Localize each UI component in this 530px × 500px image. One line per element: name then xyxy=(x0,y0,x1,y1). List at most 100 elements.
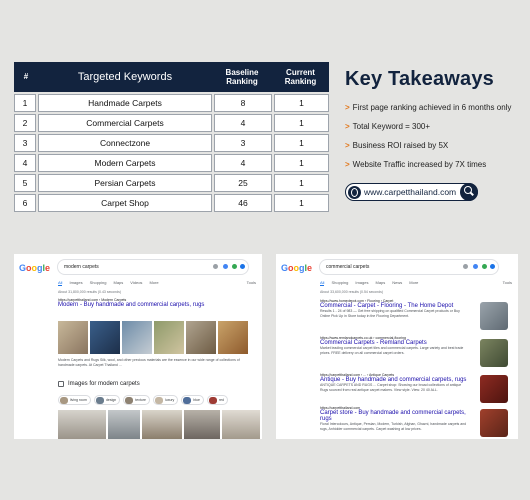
search-result: https://carpetthailand.com › ... › Antiq… xyxy=(320,373,470,392)
google-logo: Google xyxy=(19,263,51,273)
header-baseline: Baseline Ranking xyxy=(225,67,259,86)
tab-maps[interactable]: Maps xyxy=(113,280,123,286)
image-filter-chips: living room design texture luxury blue r… xyxy=(58,395,228,405)
cell-current: 1 xyxy=(274,174,329,192)
tab-more[interactable]: More xyxy=(149,280,158,286)
cell-number: 4 xyxy=(14,154,36,172)
mic-icon[interactable] xyxy=(473,264,478,269)
carpet-thumbnail[interactable] xyxy=(90,321,120,354)
search-input[interactable]: modern carpets xyxy=(58,260,248,274)
filter-chip[interactable]: texture xyxy=(123,395,150,405)
cell-number: 1 xyxy=(14,94,36,112)
image-result[interactable] xyxy=(142,410,182,439)
image-result[interactable] xyxy=(184,410,220,439)
cell-keyword: Commercial Carpets xyxy=(38,114,212,132)
table-row: 2 Commercial Carpets 4 1 xyxy=(14,114,329,132)
tab-news[interactable]: News xyxy=(392,280,402,286)
table-row: 4 Modern Carpets 4 1 xyxy=(14,154,329,172)
takeaway-item: > Total Keyword = 300+ xyxy=(345,122,431,131)
tab-all[interactable]: All xyxy=(320,280,325,286)
search-icon[interactable] xyxy=(490,264,495,269)
cell-current: 1 xyxy=(274,114,329,132)
carpet-store-thumbnail[interactable] xyxy=(480,409,508,437)
clear-icon[interactable] xyxy=(213,264,218,269)
filter-chip[interactable]: blue xyxy=(181,395,204,405)
filter-chip[interactable]: design xyxy=(93,395,121,405)
tab-shopping[interactable]: Shopping xyxy=(90,280,107,286)
cell-number: 3 xyxy=(14,134,36,152)
header-keyword: Targeted Keywords xyxy=(77,70,173,83)
result-stats: About 31,800,000 results (0.43 seconds) xyxy=(58,290,122,294)
filter-chip[interactable]: living room xyxy=(58,395,91,405)
website-button[interactable]: www.carpetthailand.com xyxy=(345,183,478,201)
cell-current: 1 xyxy=(274,134,329,152)
tab-videos[interactable]: Videos xyxy=(130,280,142,286)
cell-baseline: 4 xyxy=(214,114,272,132)
table-row: 3 Connectzone 3 1 xyxy=(14,134,329,152)
cell-keyword: Handmade Carpets xyxy=(38,94,212,112)
antique-carpet-thumbnail[interactable] xyxy=(480,375,508,403)
tab-all[interactable]: All xyxy=(58,280,63,286)
cell-baseline: 3 xyxy=(214,134,272,152)
search-tabs: All Shopping Images Maps News More xyxy=(320,280,418,286)
search-input[interactable]: commercial carpets xyxy=(320,260,498,274)
header-number: # xyxy=(23,72,29,82)
filter-chip[interactable]: luxury xyxy=(152,395,179,405)
result-stats: About 33,600,000 results (0.54 seconds) xyxy=(320,290,384,294)
cell-baseline: 8 xyxy=(214,94,272,112)
clear-icon[interactable] xyxy=(463,264,468,269)
bullet-arrow-icon: > xyxy=(345,122,350,131)
tab-shopping[interactable]: Shopping xyxy=(331,280,348,286)
carpet-thumbnail[interactable] xyxy=(218,321,248,354)
search-result: https://www.homedepot.com › Flooring › C… xyxy=(320,299,470,318)
images-section-title: Images for modern carpets xyxy=(58,381,140,387)
bullet-arrow-icon: > xyxy=(345,141,350,150)
carpet-tile-thumbnail[interactable] xyxy=(480,339,508,367)
cell-number: 5 xyxy=(14,174,36,192)
table-row: 5 Persian Carpets 25 1 xyxy=(14,174,329,192)
carpet-thumbnail[interactable] xyxy=(58,321,88,354)
takeaway-item: > First page ranking achieved in 6 months… xyxy=(345,103,512,112)
image-results-row xyxy=(58,410,260,439)
search-tabs: All Images Shopping Maps Videos More xyxy=(58,280,159,286)
tab-more[interactable]: More xyxy=(409,280,418,286)
bullet-arrow-icon: > xyxy=(345,160,350,169)
search-icon[interactable] xyxy=(240,264,245,269)
bullet-arrow-icon: > xyxy=(345,103,350,112)
camera-icon[interactable] xyxy=(482,264,487,269)
search-result: https://www.remlandcarpets.co.uk › comme… xyxy=(320,336,470,355)
takeaway-item: > Website Traffic increased by 7X times xyxy=(345,160,487,169)
image-result[interactable] xyxy=(58,410,106,439)
result-title[interactable]: Carpet store - Buy handmade and commerci… xyxy=(320,410,470,422)
cell-baseline: 25 xyxy=(214,174,272,192)
mic-icon[interactable] xyxy=(223,264,228,269)
cell-current: 1 xyxy=(274,94,329,112)
serp-screenshot-modern-carpets: Google modern carpets All Images Shoppin… xyxy=(14,254,262,439)
tab-images[interactable]: Images xyxy=(355,280,368,286)
tools-button[interactable]: Tools xyxy=(503,280,512,285)
tools-button[interactable]: Tools xyxy=(247,280,256,285)
cell-keyword: Carpet Shop xyxy=(38,194,212,212)
result-thumbnails xyxy=(58,321,248,354)
filter-chip[interactable]: red xyxy=(206,395,228,405)
result-title[interactable]: Modern - Buy handmade and commercial car… xyxy=(58,302,248,308)
cell-keyword: Modern Carpets xyxy=(38,154,212,172)
carpet-thumbnail[interactable] xyxy=(154,321,184,354)
serp-screenshot-commercial-carpets: Google commercial carpets All Shopping I… xyxy=(276,254,518,439)
header-current: Current Ranking xyxy=(284,67,317,86)
tab-maps[interactable]: Maps xyxy=(375,280,385,286)
keyword-ranking-table: # Targeted Keywords Baseline Ranking Cur… xyxy=(14,62,329,212)
google-logo: Google xyxy=(281,263,313,273)
tab-images[interactable]: Images xyxy=(69,280,82,286)
table-header: # Targeted Keywords Baseline Ranking Cur… xyxy=(14,62,329,92)
image-result[interactable] xyxy=(222,410,260,439)
cell-current: 1 xyxy=(274,194,329,212)
carpet-thumbnail[interactable] xyxy=(122,321,152,354)
search-result: https://carpetthailand.com › Modern Carp… xyxy=(58,298,248,308)
takeaways-list: > First page ranking achieved in 6 months… xyxy=(345,103,525,169)
table-row: 1 Handmade Carpets 8 1 xyxy=(14,94,329,112)
carpet-roll-thumbnail[interactable] xyxy=(480,302,508,330)
image-result[interactable] xyxy=(108,410,140,439)
carpet-thumbnail[interactable] xyxy=(186,321,216,354)
camera-icon[interactable] xyxy=(232,264,237,269)
